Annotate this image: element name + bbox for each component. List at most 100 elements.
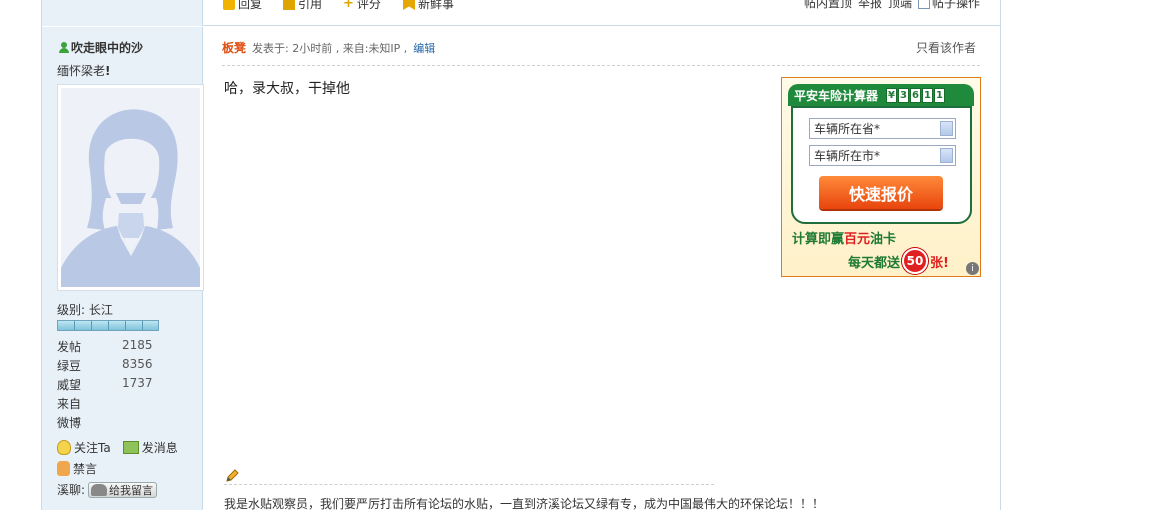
stat-row: 来自 <box>57 395 197 414</box>
username-link[interactable]: 吹走眼中的沙 <box>59 39 143 56</box>
ad-promo-text: 每天都送 <box>848 255 901 271</box>
ad-counter-digit: ¥ <box>886 87 898 103</box>
user-functions-row: 关注Ta 发消息 <box>57 437 178 458</box>
lightbulb-icon <box>57 440 71 455</box>
stat-value: 2185 <box>122 338 153 352</box>
header-divider <box>222 65 980 66</box>
ban-button[interactable]: 禁言 <box>57 460 97 477</box>
quick-quote-button[interactable]: 快速报价 <box>819 176 943 209</box>
post-tools: 帖内置顶 举报 顶端 帖子操作 <box>804 0 980 11</box>
action-bar-left-spacer <box>42 0 203 26</box>
ad-title: 平安车险计算器 <box>794 88 879 103</box>
dropdown-arrow-icon <box>940 148 953 163</box>
bump-link[interactable]: 帖内置顶 <box>804 0 852 11</box>
post-header: 板凳 发表于: 2小时前 , 来自:未知IP , 编辑 <box>222 39 435 56</box>
quote-button[interactable]: 引用 <box>283 0 322 12</box>
post-body-text: 哈，录大叔，干掉他 <box>224 81 350 97</box>
ad-promo-line2: 每天都送 50 张! <box>848 248 949 274</box>
ad-promo-text: 油卡 <box>870 232 897 247</box>
ad-counter-digit: 3 <box>898 87 910 103</box>
ad-counter-digit: 1 <box>922 87 934 103</box>
leave-message-label: 给我留言 <box>109 483 154 497</box>
ad-promo-unit: 张! <box>930 255 949 271</box>
ad-info-icon[interactable]: i <box>966 262 979 275</box>
post-content-area: 板凳 发表于: 2小时前 , 来自:未知IP , 编辑 只看该作者 哈，录大叔，… <box>204 27 1000 510</box>
quote-icon <box>283 0 295 10</box>
avatar-image <box>61 88 200 287</box>
post-ops-link[interactable]: 帖子操作 <box>917 0 980 11</box>
post-meta: 发表于: 2小时前 , 来自:未知IP , <box>252 42 408 55</box>
avatar[interactable] <box>57 84 204 291</box>
stat-label: 绿豆 <box>57 359 82 373</box>
rate-plus-icon: + <box>343 0 354 11</box>
fresh-label: 新鲜事 <box>418 0 455 11</box>
province-select-value: 车辆所在省* <box>814 122 881 136</box>
ad-counter: ¥ 3 6 1 1 <box>886 87 946 103</box>
ad-promo-highlight: 百元 <box>844 232 871 247</box>
online-user-icon <box>59 42 69 53</box>
default-avatar-icon <box>61 88 200 287</box>
follow-button[interactable]: 关注Ta <box>57 439 111 456</box>
username: 吹走眼中的沙 <box>71 41 144 55</box>
message-label: 发消息 <box>141 441 178 455</box>
car-insurance-ad[interactable]: 平安车险计算器 ¥ 3 6 1 1 车辆所在省* 车辆所在市* 快速报价 计算即… <box>781 77 981 277</box>
message-button[interactable]: 发消息 <box>114 439 178 456</box>
post-ops-label: 帖子操作 <box>931 0 980 10</box>
stat-row: 发帖 2185 <box>57 338 197 357</box>
quote-label: 引用 <box>298 0 323 11</box>
rate-button[interactable]: + 评分 <box>343 0 381 12</box>
reply-icon <box>223 0 235 10</box>
pencil-icon <box>226 469 239 482</box>
chat-label: 溪聊: <box>57 483 86 497</box>
stat-row: 威望 1737 <box>57 376 197 395</box>
user-signature-line: 缅怀梁老! <box>57 62 111 79</box>
city-select[interactable]: 车辆所在市* <box>809 145 956 166</box>
level-progress-bar <box>57 320 159 331</box>
post-ops-checkbox-icon <box>917 0 930 9</box>
user-level: 级别: 长江 <box>57 303 113 317</box>
province-select[interactable]: 车辆所在省* <box>809 118 956 139</box>
user-stats: 发帖 2185 绿豆 8356 威望 1737 来自 微博 <box>57 338 197 433</box>
rate-label: 评分 <box>356 0 381 11</box>
stat-value: 1737 <box>122 376 153 390</box>
post-action-bar: 回复 引用 + 评分 新鲜事 帖内置顶 举报 顶端 帖子操作 <box>42 0 1000 26</box>
stat-label: 发帖 <box>57 340 82 354</box>
fresh-button[interactable]: 新鲜事 <box>403 0 454 12</box>
top-link[interactable]: 顶端 <box>888 0 912 11</box>
reply-label: 回复 <box>238 0 263 11</box>
stat-label: 威望 <box>57 378 82 392</box>
only-author-link[interactable]: 只看该作者 <box>916 39 976 56</box>
ad-counter-digit: 6 <box>910 87 922 103</box>
post-signature: 我是水贴观察员，我们要严厉打击所有论坛的水贴，一直到济溪论坛又绿有专，成为中国最… <box>224 497 825 510</box>
reply-button[interactable]: 回复 <box>223 0 262 12</box>
ad-counter-digit: 1 <box>934 87 946 103</box>
user-info-column: 吹走眼中的沙 缅怀梁老! 级别: 长江 发帖 2185 绿豆 8356 威望 1… <box>42 27 204 510</box>
ban-label: 禁言 <box>73 462 98 476</box>
dropdown-arrow-icon <box>940 121 953 136</box>
ad-form-card: 车辆所在省* 车辆所在市* 快速报价 <box>791 106 972 224</box>
leave-message-button[interactable]: 给我留言 <box>88 481 158 498</box>
ad-title-bar: 平安车险计算器 ¥ 3 6 1 1 <box>788 84 974 106</box>
report-link[interactable]: 举报 <box>858 0 882 11</box>
hand-icon <box>57 461 70 476</box>
bookmark-icon <box>403 0 415 10</box>
post-container: 回复 引用 + 评分 新鲜事 帖内置顶 举报 顶端 帖子操作 吹走眼中的沙 缅怀… <box>41 0 1001 510</box>
city-select-value: 车辆所在市* <box>814 149 881 163</box>
ad-fifty-badge: 50 <box>902 248 929 274</box>
signature-divider <box>224 484 714 485</box>
chat-icon <box>91 483 108 496</box>
ad-promo-line1: 计算即赢百元油卡 <box>792 228 896 247</box>
ad-promo-text: 计算即赢 <box>792 232 845 247</box>
stat-label: 微博 <box>57 416 82 430</box>
edit-link[interactable]: 编辑 <box>413 40 435 56</box>
stat-value: 8356 <box>122 357 153 371</box>
stat-row: 微博 <box>57 414 197 433</box>
user-functions-row: 溪聊: 给我留言 <box>57 479 178 500</box>
stat-row: 绿豆 8356 <box>57 357 197 376</box>
floor-tag: 板凳 <box>222 41 247 55</box>
user-functions-row: 禁言 <box>57 458 178 479</box>
message-icon <box>122 441 139 454</box>
user-signature-text: 缅怀梁老 <box>57 64 106 78</box>
user-functions: 关注Ta 发消息 禁言 溪聊: 给我留言 <box>57 437 178 500</box>
stat-label: 来自 <box>57 397 82 411</box>
